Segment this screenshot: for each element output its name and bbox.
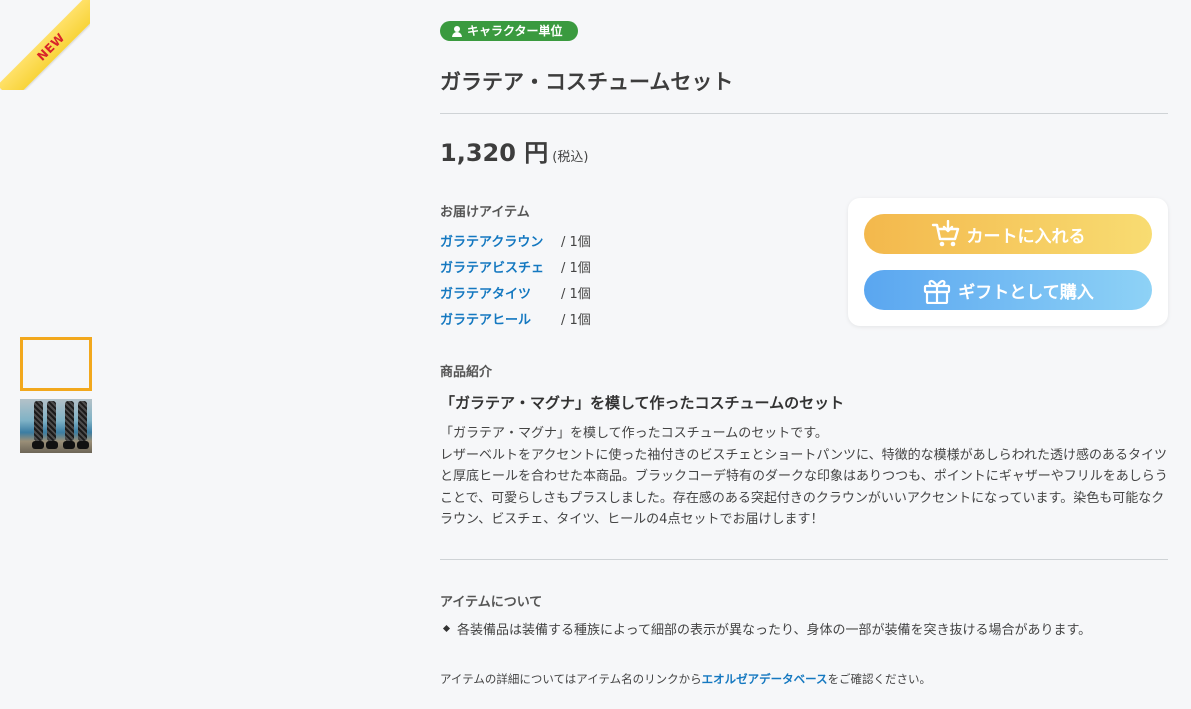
description-line: 「ガラテア・マグナ」を模して作ったコスチュームのセットです。	[440, 426, 828, 441]
add-to-cart-button[interactable]: カートに入れる	[864, 214, 1152, 254]
product-title: ガラテア・コスチュームセット	[440, 70, 734, 94]
new-ribbon: NEW	[0, 0, 90, 90]
item-link-heels[interactable]: ガラテアヒール	[440, 309, 561, 328]
price-row: 1,320 円 (税込)	[440, 133, 588, 168]
divider	[440, 559, 1168, 560]
list-item: ガラテアビスチェ / 1個	[440, 253, 591, 279]
description-line: レザーベルトをアクセントに使った袖付きのビスチェとショートパンツに、特徴的な模様…	[440, 447, 1168, 528]
price: 1,320 円	[440, 139, 549, 167]
eorzea-database-link[interactable]: エオルゼアデータベース	[702, 672, 828, 686]
about-note: 各装備品は装備する種族によって細部の表示が異なったり、身体の一部が装備を突き抜け…	[442, 619, 1092, 638]
footer-suffix: をご確認ください。	[827, 672, 932, 686]
item-quantity: / 1個	[561, 312, 591, 328]
thumbnail-shoe	[32, 441, 44, 449]
buy-as-gift-button[interactable]: ギフトとして購入	[864, 270, 1152, 310]
thumbnail-selected[interactable]	[20, 337, 92, 391]
diamond-bullet-icon	[442, 624, 451, 633]
footer-prefix: アイテムの詳細についてはアイテム名のリンクから	[440, 672, 702, 686]
thumbnail-leg	[78, 401, 87, 441]
item-quantity: / 1個	[561, 234, 591, 250]
footer-note: アイテムの詳細についてはアイテム名のリンクからエオルゼアデータベースをご確認くだ…	[440, 671, 931, 687]
thumbnail-leg	[65, 401, 74, 441]
item-link-crown[interactable]: ガラテアクラウン	[440, 231, 561, 250]
item-quantity: / 1個	[561, 286, 591, 302]
badge-label: キャラクター単位	[467, 24, 563, 38]
gift-icon	[922, 276, 952, 304]
item-link-tights[interactable]: ガラテアタイツ	[440, 283, 561, 302]
buy-as-gift-label: ギフトとして購入	[958, 282, 1094, 303]
thumbnail-product-image[interactable]	[20, 399, 92, 453]
list-item: ガラテアヒール / 1個	[440, 305, 591, 331]
list-item: ガラテアクラウン / 1個	[440, 227, 591, 253]
about-note-text: 各装備品は装備する種族によって細部の表示が異なったり、身体の一部が装備を突き抜け…	[457, 623, 1092, 638]
thumbnail-shoe	[63, 441, 75, 449]
item-quantity: / 1個	[561, 260, 591, 276]
product-description: 「ガラテア・マグナ」を模して作ったコスチュームのセットです。 レザーベルトをアク…	[440, 423, 1168, 531]
delivery-items-list: ガラテアクラウン / 1個 ガラテアビスチェ / 1個 ガラテアタイツ / 1個…	[440, 227, 591, 331]
purchase-box: カートに入れる ギフトとして購入	[848, 198, 1168, 326]
character-unit-badge: キャラクター単位	[440, 21, 578, 41]
thumbnail-shoe	[77, 441, 89, 449]
divider	[440, 113, 1168, 114]
thumbnail-leg	[47, 401, 56, 441]
item-link-bustier[interactable]: ガラテアビスチェ	[440, 257, 561, 276]
product-intro-label: 商品紹介	[440, 365, 493, 380]
add-to-cart-label: カートに入れる	[966, 226, 1086, 247]
list-item: ガラテアタイツ / 1個	[440, 279, 591, 305]
thumbnail-shoe	[46, 441, 58, 449]
product-headline: 「ガラテア・マグナ」を模して作ったコスチュームのセット	[440, 394, 845, 412]
new-ribbon-label: NEW	[0, 0, 90, 90]
delivery-items-label: お届けアイテム	[440, 205, 530, 220]
cart-icon	[931, 220, 961, 248]
tax-note: (税込)	[552, 150, 589, 165]
thumbnail-leg	[34, 401, 43, 441]
person-icon	[452, 25, 462, 37]
about-items-label: アイテムについて	[440, 595, 543, 610]
